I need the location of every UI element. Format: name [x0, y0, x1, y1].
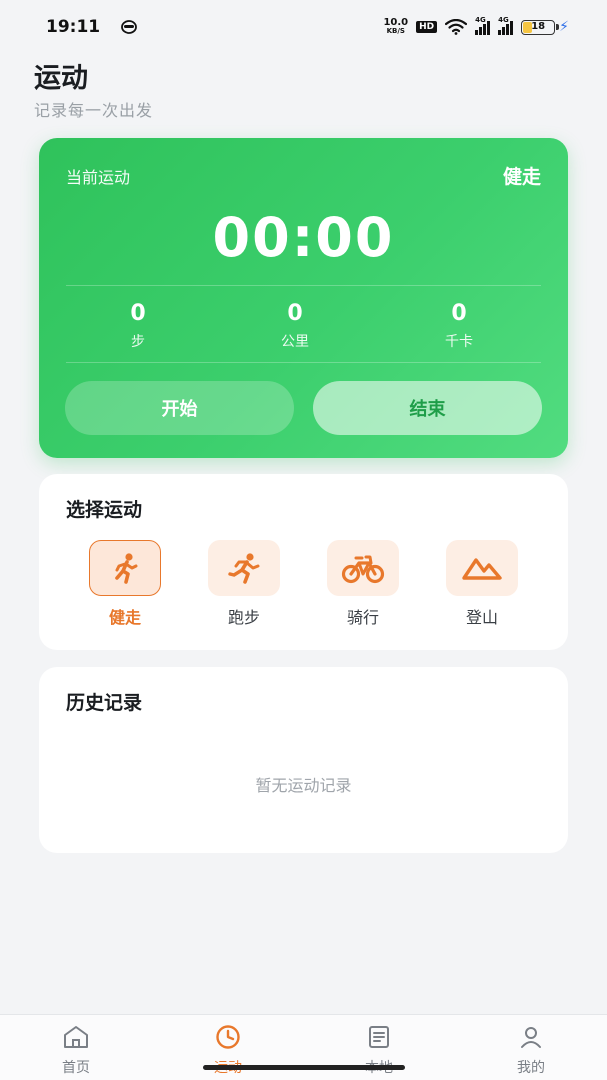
sport-option-run[interactable]: 跑步	[208, 540, 280, 628]
divider	[66, 285, 541, 286]
tab-label: 我的	[517, 1060, 545, 1076]
tab-home[interactable]: 首页	[31, 1023, 121, 1077]
bottom-tab-bar: 首页 运动 本地	[0, 1014, 607, 1080]
sport-label: 登山	[465, 608, 498, 627]
stat-calories: 0 千卡	[445, 301, 473, 350]
hd-badge: HD	[416, 21, 438, 33]
sport-option-hike[interactable]: 登山	[446, 540, 518, 628]
history-card: 历史记录 暂无运动记录	[39, 667, 568, 853]
user-icon	[521, 1027, 541, 1048]
page-subtitle: 记录每一次出发	[34, 101, 154, 120]
history-title: 历史记录	[66, 692, 143, 714]
walk-icon	[115, 553, 138, 584]
sport-option-bike[interactable]: 骑行	[327, 540, 399, 628]
status-bar: 19:11 10.0 KB/S HD 4G 4G 18 ⚡	[0, 0, 607, 56]
battery-icon: 18	[521, 19, 560, 35]
net-speed: 10.0 KB/S	[383, 17, 409, 36]
stat-distance: 0 公里	[281, 301, 309, 350]
select-sport-title: 选择运动	[66, 499, 143, 521]
sport-option-walk[interactable]: 健走	[89, 540, 161, 628]
sport-label: 骑行	[346, 608, 379, 627]
start-button[interactable]: 开始	[65, 381, 294, 435]
tab-mine[interactable]: 我的	[486, 1023, 576, 1077]
signal-icon-2: 4G	[498, 16, 514, 35]
current-sport-type: 健走	[502, 166, 541, 188]
current-sport-card: 当前运动 健走 00:00 0 步 0 公里 0 千卡 开始 结束	[39, 138, 568, 458]
document-icon	[369, 1026, 389, 1048]
divider	[66, 362, 541, 363]
stat-steps: 0 步	[130, 301, 146, 350]
notification-face-icon	[121, 20, 137, 34]
wifi-icon	[445, 19, 468, 35]
status-icons: 10.0 KB/S HD 4G 4G 18 ⚡	[383, 16, 569, 38]
clock-icon	[216, 1025, 240, 1049]
home-indicator[interactable]	[203, 1065, 405, 1070]
tab-label: 首页	[62, 1060, 90, 1076]
sport-page: 19:11 10.0 KB/S HD 4G 4G 18 ⚡ 运动 记录每一次出发…	[0, 0, 607, 1080]
end-button[interactable]: 结束	[313, 381, 542, 435]
charging-icon: ⚡	[559, 19, 569, 35]
timer-display: 00:00	[212, 206, 395, 269]
signal-icon: 4G	[475, 16, 491, 35]
sport-label: 健走	[108, 608, 141, 627]
bike-icon	[341, 555, 385, 584]
select-sport-card: 选择运动 健走 跑步 骑行 登山	[39, 474, 568, 650]
current-sport-label: 当前运动	[66, 168, 131, 187]
home-icon	[64, 1026, 88, 1048]
mountain-icon	[462, 558, 502, 580]
sport-label: 跑步	[227, 608, 260, 627]
run-icon	[228, 553, 260, 584]
status-time: 19:11	[46, 17, 101, 37]
page-title: 运动	[34, 63, 88, 94]
history-empty-text: 暂无运动记录	[255, 776, 352, 795]
